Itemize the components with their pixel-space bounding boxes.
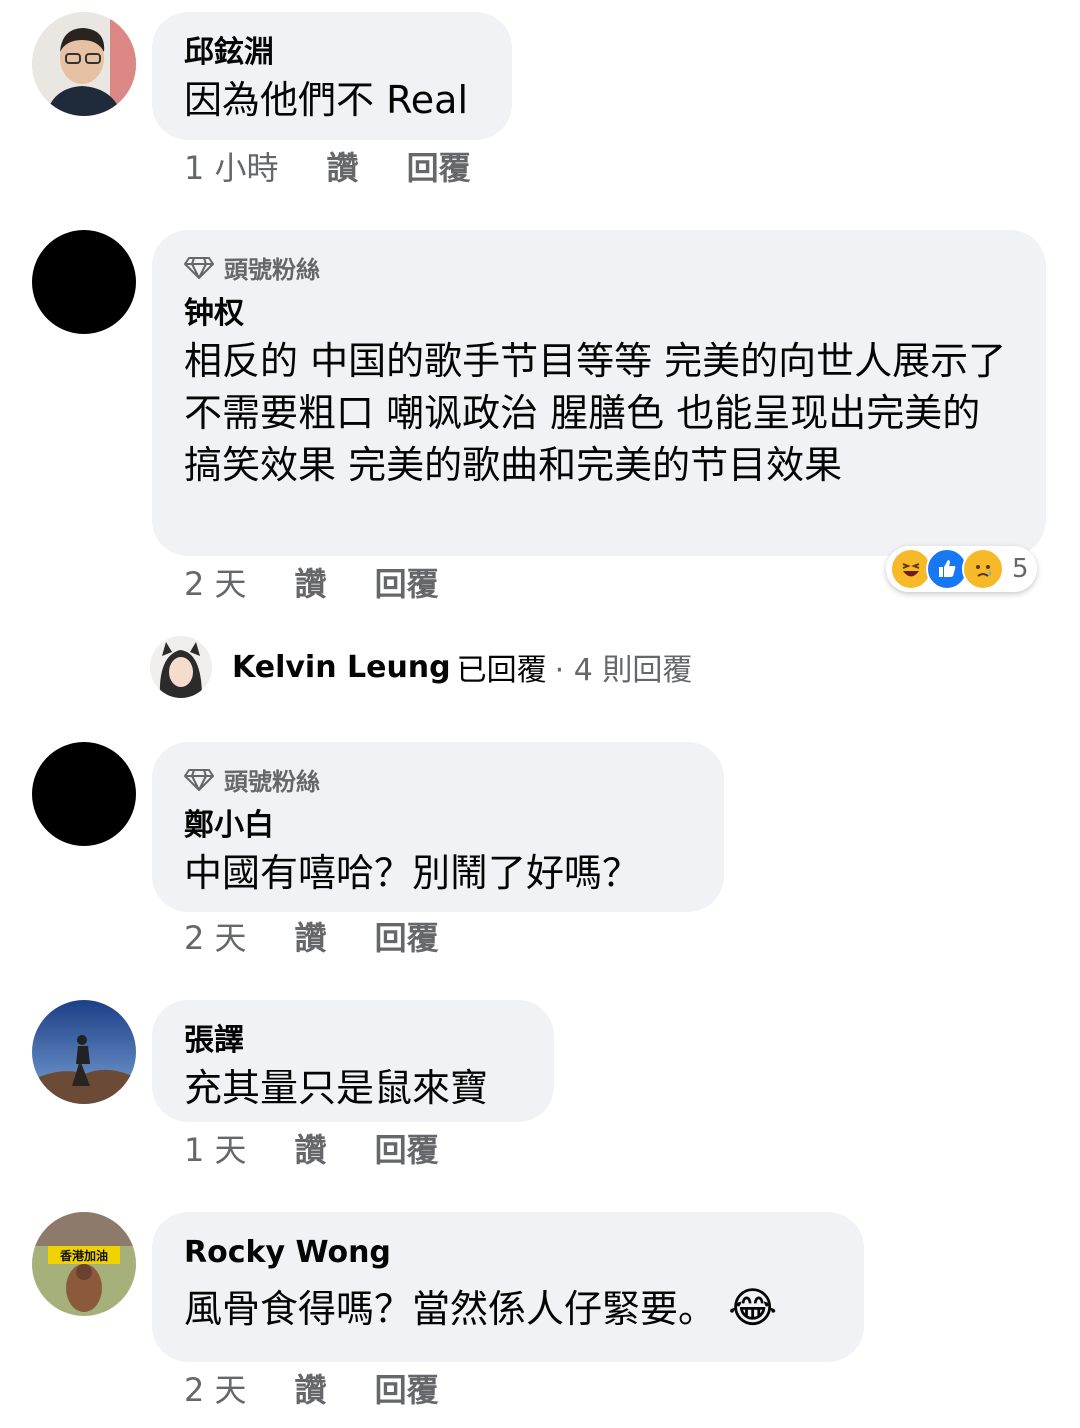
reply-button[interactable]: 回覆 [375,1370,439,1410]
comment-time[interactable]: 2 天 [184,1370,247,1410]
comment-author[interactable]: 張譯 [184,1020,522,1062]
avatar-zhong[interactable] [32,230,136,334]
diamond-icon [184,256,214,279]
avatar-kelvin [150,636,212,698]
avatar-sign-text: 香港加油 [59,1248,108,1263]
like-button[interactable]: 讚 [295,564,327,604]
like-button[interactable]: 讚 [295,1130,327,1170]
badge-label: 頭號粉絲 [224,768,320,796]
comment-bubble: 邱鉉淵 因為他們不 Real [152,12,512,140]
reply-button[interactable]: 回覆 [375,564,439,604]
replied-label: 已回覆 [456,653,547,688]
comment-actions: 1 小時 讚 回覆 [184,148,519,188]
comment-bubble: 頭號粉絲 钟权 相反的 中国的歌手节目等等 完美的向世人展示了 不需要粗口 嘲讽… [152,230,1046,556]
reply-button[interactable]: 回覆 [375,918,439,958]
reactions-summary[interactable]: 5 [886,546,1037,592]
badge-label: 頭號粉絲 [224,256,320,284]
comment-actions: 2 天 讚 回覆 [184,564,487,604]
comment-time[interactable]: 2 天 [184,564,247,604]
comment-time[interactable]: 1 天 [184,1130,247,1170]
comment-time[interactable]: 1 小時 [184,148,279,188]
reply-count[interactable]: · 4 則回覆 [555,645,693,689]
comment-bubble: 張譯 充其量只是鼠來寶 [152,1000,554,1122]
comment-text: 風骨食得嗎？當然係人仔緊要。 😂 [184,1282,832,1335]
comment-text: 相反的 中国的歌手节目等等 完美的向世人展示了 不需要粗口 嘲讽政治 腥膳色 也… [184,339,1007,487]
like-button[interactable]: 讚 [295,1370,327,1410]
avatar-zhang[interactable] [32,1000,136,1104]
comment-author[interactable]: Rocky Wong [184,1232,832,1274]
comment-text: 中國有嘻哈？別鬧了好嗎？ [184,851,641,895]
comment-actions: 2 天 讚 回覆 [184,1370,487,1410]
reply-author[interactable]: Kelvin Leung [232,650,451,685]
sad-emoji [962,548,1004,590]
comment-text: 因為他們不 Real [184,78,468,122]
top-fan-badge: 頭號粉絲 [184,762,692,797]
comment-author[interactable]: 鄭小白 [184,805,692,847]
avatar-qiu[interactable] [32,12,136,116]
avatar-rocky[interactable]: 香港加油 [32,1212,136,1316]
like-button[interactable]: 讚 [327,148,359,188]
comment-time[interactable]: 2 天 [184,918,247,958]
comment-bubble: 頭號粉絲 鄭小白 中國有嘻哈？別鬧了好嗎？ [152,742,724,912]
comment-text-content: 風骨食得嗎？當然係人仔緊要。 [184,1287,717,1331]
comment-text: 充其量只是鼠來寶 [184,1066,489,1110]
comment-actions: 2 天 讚 回覆 [184,918,487,958]
comment-author[interactable]: 钟权 [184,293,1014,335]
comment-actions: 1 天 讚 回覆 [184,1130,487,1170]
top-fan-badge: 頭號粉絲 [184,250,1014,285]
diamond-icon [184,768,214,791]
view-replies-link[interactable]: Kelvin Leung 已回覆 · 4 則回覆 [150,636,692,698]
comment-bubble: Rocky Wong 風骨食得嗎？當然係人仔緊要。 😂 [152,1212,864,1362]
like-button[interactable]: 讚 [295,918,327,958]
avatar-zheng[interactable] [32,742,136,846]
reaction-count: 5 [1012,554,1029,584]
comment-author[interactable]: 邱鉉淵 [184,32,480,74]
reply-button[interactable]: 回覆 [407,148,471,188]
reply-button[interactable]: 回覆 [375,1130,439,1170]
tears-of-joy-emoji: 😂 [728,1283,778,1332]
